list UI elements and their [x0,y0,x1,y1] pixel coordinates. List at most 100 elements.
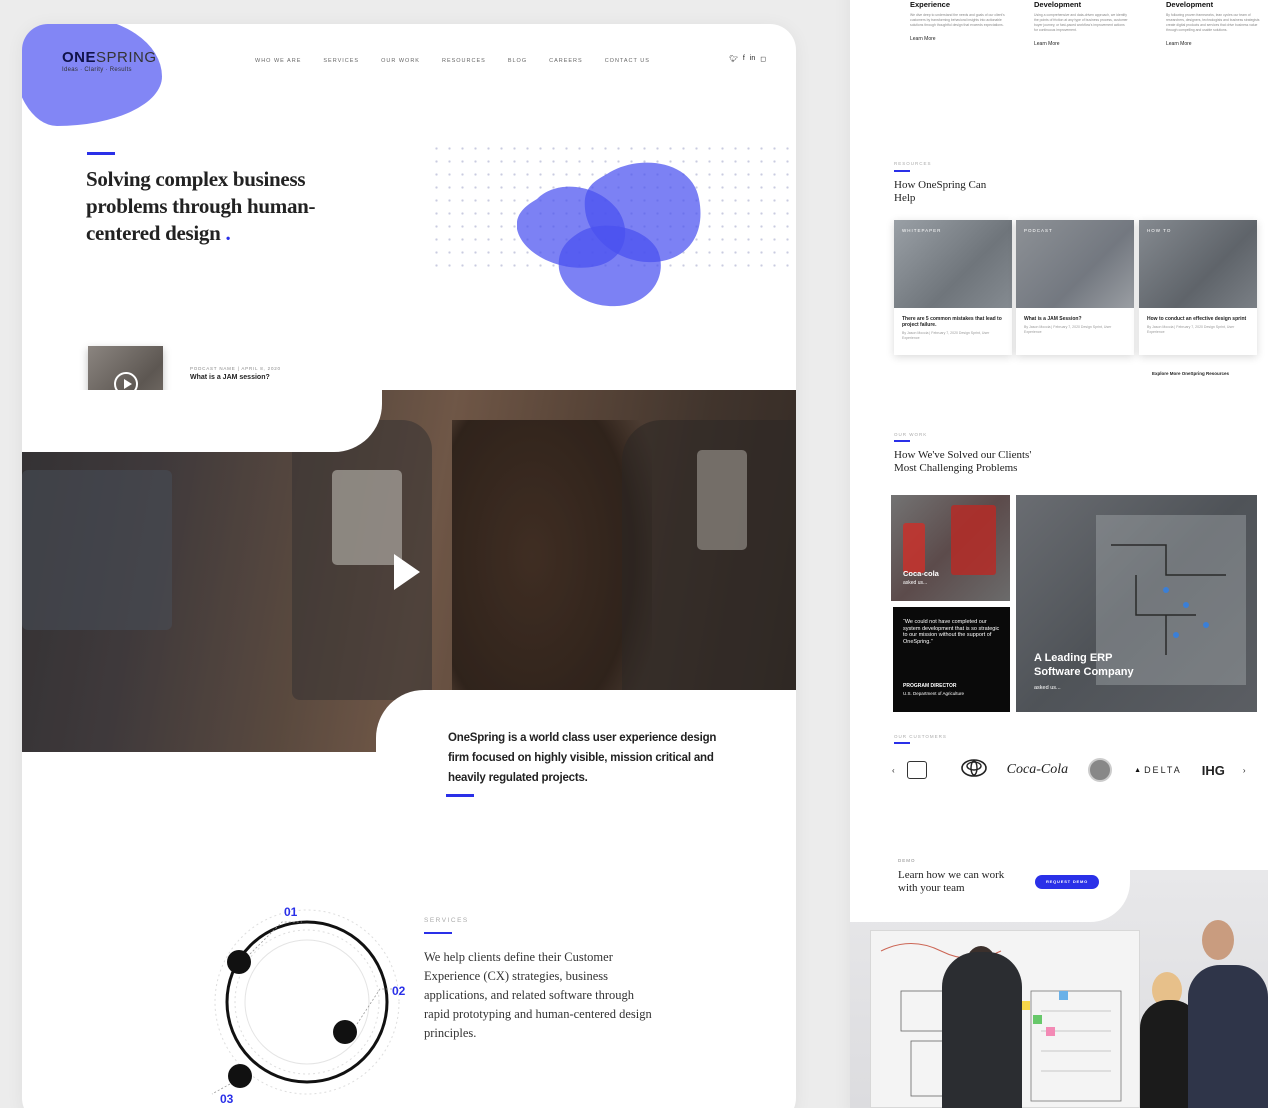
services-label: SERVICES [424,917,469,924]
coca-cola-case-title: Coca-cola [903,569,939,578]
carousel-next-icon[interactable]: › [1243,766,1246,775]
resources-title: How OneSpring Can Help [894,179,987,204]
instagram-icon[interactable]: ◻ [760,55,766,63]
demo-title: Learn how we can work with your team [898,869,1005,894]
nav-careers[interactable]: CAREERS [549,58,583,64]
sticky-note [1021,1001,1030,1010]
services-description: We help clients define their Customer Ex… [424,950,652,1040]
hero-dot: . [225,221,231,245]
explore-resources-link[interactable]: Explore More OneSpring Resources [1152,371,1229,376]
linkedin-icon[interactable]: in [750,55,755,63]
hero-title-text: Solving complex business problems throug… [86,167,316,245]
customers-accent-bar [894,742,910,744]
case-image-detail [951,505,996,575]
sticky-note [1046,1027,1055,1036]
resource-title: There are 5 common mistakes that lead to… [902,316,1002,328]
nav-blog[interactable]: BLOG [508,58,527,64]
usda-logo [906,761,927,779]
play-icon[interactable] [394,554,420,590]
podcast-meta: PODCAST NAME | APRIL 8, 2020 [190,366,281,371]
twitter-icon[interactable]: 🐦︎ [729,55,738,63]
resource-title: How to conduct an effective design sprin… [1147,316,1247,322]
nav-contact-us[interactable]: CONTACT US [605,58,650,64]
about-accent-bar [446,794,474,797]
coca-cola-case-sub: asked us... [903,580,928,586]
erp-case-card[interactable]: A Leading ERP Software Company asked us.… [1016,495,1257,712]
resource-image: PODCAST [1016,220,1134,308]
brand-tagline: Ideas · Clarity · Results [62,67,132,73]
testimonial-card: “We could not have completed our system … [893,607,1010,712]
step-01-label: 01 [284,905,298,919]
dhs-seal-logo [1088,758,1113,782]
overlapping-blobs-graphic [517,162,701,307]
sticky-note [1059,991,1068,1000]
logo-blob-decoration [22,24,162,126]
nav-our-work[interactable]: OUR WORK [381,58,420,64]
learn-more-link[interactable]: Learn More [1034,41,1129,47]
nav-who-we-are[interactable]: WHO WE ARE [255,58,301,64]
resource-tag: PODCAST [1024,228,1053,233]
case-whiteboard-drawing [1096,515,1246,685]
step-03-node [228,1064,252,1088]
resource-tag: HOW TO [1147,228,1172,233]
team-photo [850,870,1268,1108]
experience-title: Experience [910,0,951,9]
resource-card[interactable]: WHITEPAPER There are 5 common mistakes t… [894,220,1012,355]
coca-cola-case-card[interactable]: Coca-cola asked us... [891,495,1010,601]
team-member-3 [1188,965,1268,1108]
case-image-detail [903,523,925,573]
team-member-1 [942,952,1022,1108]
resource-tag: WHITEPAPER [902,228,942,233]
step-01-node [227,950,251,974]
experience-column-3: Development By following proven framewor… [1166,0,1261,47]
ihg-logo: IHG [1201,762,1225,778]
coca-cola-logo: Coca-Cola [1006,762,1069,777]
learn-more-link[interactable]: Learn More [910,36,1005,42]
hero-accent-bar [87,152,115,155]
customer-logos-carousel: ‹ Coca-Cola ▲ DELTA IHG › [892,758,1252,782]
step-02-label: 02 [392,984,406,998]
nav-resources[interactable]: RESOURCES [442,58,486,64]
landing-page-card: ONESPRING Ideas · Clarity · Results WHO … [22,24,796,1108]
hero-video[interactable] [22,390,796,752]
carousel-prev-icon[interactable]: ‹ [892,766,895,775]
our-work-accent-bar [894,440,910,442]
delta-triangle-icon: ▲ [1134,766,1142,774]
main-nav: WHO WE ARE SERVICES OUR WORK RESOURCES B… [255,58,672,64]
podcast-title[interactable]: What is a JAM session? [190,374,270,381]
resource-meta: By Jason Moccia | February 7, 2020 Desig… [1024,325,1112,334]
learn-more-link[interactable]: Learn More [1166,41,1261,47]
testimonial-role: PROGRAM DIRECTOR [903,683,957,689]
facebook-icon[interactable]: f [743,55,745,63]
nav-services[interactable]: SERVICES [323,58,359,64]
erp-case-sub: asked us... [1034,685,1061,691]
social-links: 🐦︎ f in ◻ [729,55,766,63]
experience-column-2: Development Using a comprehensive and da… [1034,0,1129,47]
testimonial-org: U.S. Department of Agriculture [903,691,965,696]
brand-name-spring: SPRING [96,49,157,66]
experience-column-1: Experience We dive deep to understand th… [910,0,1005,42]
delta-logo: DELTA [1144,765,1182,775]
testimonial-quote: “We could not have completed our system … [903,619,1000,645]
resource-card[interactable]: PODCAST What is a JAM Session? By Jason … [1016,220,1134,355]
team-member-3-head [1202,920,1234,960]
our-work-label: OUR WORK [894,432,928,437]
brand-name-one: ONE [62,49,97,66]
resource-image: WHITEPAPER [894,220,1012,308]
resource-card[interactable]: HOW TO How to conduct an effective desig… [1139,220,1257,355]
customers-label: OUR CUSTOMERS [894,734,947,739]
resource-meta: By Jason Moccia | February 7, 2020 Desig… [1147,325,1235,334]
resource-title: What is a JAM Session? [1024,316,1082,322]
resource-meta: By Jason Moccia | February 7, 2020 Desig… [902,331,990,340]
erp-case-title: A Leading ERP Software Company [1034,652,1134,678]
resources-accent-bar [894,170,910,172]
development-title: Development [1166,0,1214,9]
demo-label: DEMO [898,858,916,863]
resource-image: HOW TO [1139,220,1257,308]
step-02-node [333,1020,357,1044]
about-statement: OneSpring is a world class user experien… [448,732,717,784]
services-accent-bar [424,932,452,934]
request-demo-button[interactable]: REQUEST DEMO [1035,875,1099,889]
brand-logo[interactable]: ONESPRING Ideas · Clarity · Results [62,49,157,73]
step-03-label: 03 [220,1092,234,1106]
